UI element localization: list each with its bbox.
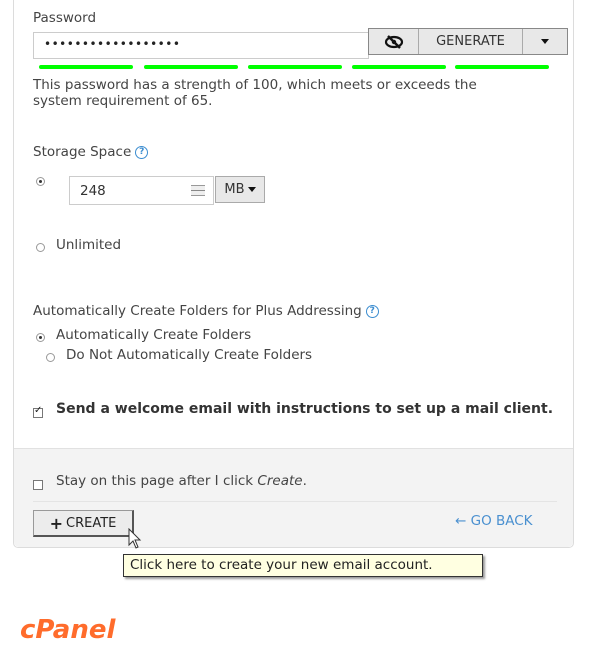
auto-create-folders-radio[interactable] — [36, 333, 45, 342]
create-email-card: Password •••••••••••••••••• GENERATE Thi… — [13, 0, 574, 548]
caret-down-icon — [247, 187, 256, 192]
storage-label-text: Storage Space — [33, 144, 132, 160]
strength-bar-4 — [352, 65, 446, 69]
generate-options-button[interactable] — [523, 29, 567, 54]
generate-button[interactable]: GENERATE — [419, 29, 523, 54]
caret-down-icon — [541, 39, 549, 44]
create-button[interactable]: + CREATE — [33, 510, 134, 537]
stay-label-suffix: . — [302, 473, 307, 489]
storage-unlimited-radio[interactable] — [36, 243, 45, 252]
create-label: CREATE — [66, 515, 117, 531]
storage-quota-value: 248 — [80, 183, 106, 199]
storage-unit-dropdown[interactable]: MB — [215, 176, 265, 203]
storage-quota-radio[interactable] — [36, 177, 45, 186]
strength-message: This password has a strength of 100, whi… — [33, 77, 477, 109]
strength-bar-3 — [248, 65, 342, 69]
arrow-left-icon: ← — [455, 513, 467, 529]
form-body: Password •••••••••••••••••• GENERATE Thi… — [14, 0, 573, 448]
auto-create-folders-label: Automatically Create Folders — [56, 327, 252, 343]
help-icon[interactable]: ? — [135, 145, 149, 159]
no-auto-create-folders-radio[interactable] — [46, 353, 55, 362]
mouse-cursor-icon — [128, 528, 142, 549]
storage-unlimited-label: Unlimited — [56, 237, 122, 253]
quota-spinner[interactable] — [191, 185, 205, 196]
plus-addressing-label-text: Automatically Create Folders for Plus Ad… — [33, 303, 362, 319]
plus-icon: + — [49, 513, 64, 533]
welcome-email-checkbox[interactable] — [33, 405, 43, 418]
storage-label: Storage Space? — [33, 144, 149, 160]
create-tooltip: Click here to create your new email acco… — [123, 554, 483, 577]
password-label: Password — [33, 10, 97, 26]
stay-on-page-checkbox[interactable] — [33, 480, 43, 490]
password-input[interactable]: •••••••••••••••••• — [33, 32, 369, 59]
welcome-email-label: Send a welcome email with instructions t… — [56, 401, 554, 417]
cpanel-logo: cPanel — [20, 615, 116, 645]
strength-bar-1 — [39, 65, 133, 69]
strength-bar-2 — [144, 65, 238, 69]
stay-on-page-label: Stay on this page after I click Create. — [56, 473, 307, 489]
strength-message-line-1: This password has a strength of 100, whi… — [33, 77, 477, 93]
no-auto-create-folders-label: Do Not Automatically Create Folders — [66, 347, 313, 363]
eye-slash-icon — [384, 34, 403, 49]
toggle-visibility-button[interactable] — [369, 29, 419, 54]
strength-bar-5 — [455, 65, 549, 69]
go-back-link[interactable]: ← GO BACK — [455, 513, 533, 529]
strength-message-line-2: system requirement of 65. — [33, 93, 213, 109]
storage-unit-label: MB — [224, 182, 245, 197]
go-back-label: GO BACK — [470, 513, 533, 529]
help-icon[interactable]: ? — [365, 304, 379, 318]
plus-addressing-label: Automatically Create Folders for Plus Ad… — [33, 303, 379, 319]
footer-divider — [33, 501, 557, 502]
stay-label-create: Create — [257, 473, 303, 489]
password-button-group: GENERATE — [368, 28, 568, 55]
stay-label-prefix: Stay on this page after I click — [56, 473, 258, 489]
storage-quota-input[interactable]: 248 — [69, 176, 214, 205]
